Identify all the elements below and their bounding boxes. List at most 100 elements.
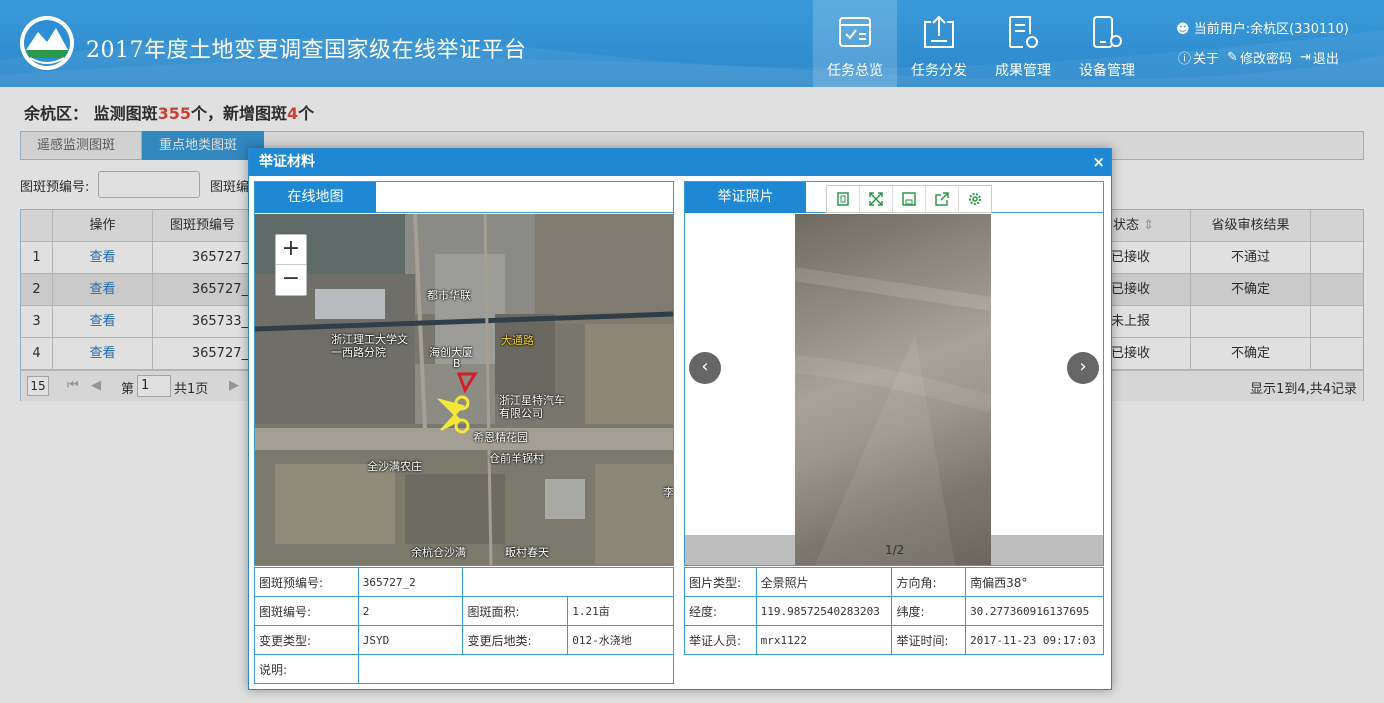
info-value: 119.98572540283203 <box>755 596 893 626</box>
map-label: 畈村春天 <box>505 546 549 559</box>
map-label: 大通路 <box>501 334 534 347</box>
about-link[interactable]: ⓘ 关于 <box>1178 48 1219 67</box>
summary-text: 个，新增图斑 <box>191 104 288 123</box>
view-link[interactable]: 查看 <box>53 242 153 274</box>
export-icon[interactable] <box>926 186 959 212</box>
nav-task-overview[interactable]: 任务总览 <box>813 0 897 87</box>
page-prefix: 第 <box>121 382 135 397</box>
nav-task-distribution[interactable]: 任务分发 <box>897 0 981 87</box>
prev-photo-button[interactable]: ‹ <box>689 352 721 384</box>
next-photo-button[interactable]: › <box>1067 352 1099 384</box>
map-label: B <box>453 357 461 370</box>
photo-panel: 举证照片 ‹ › 1/2 <box>684 181 1104 566</box>
tab-online-map[interactable]: 在线地图 <box>255 182 376 213</box>
view-link[interactable]: 查看 <box>53 306 153 338</box>
evidence-photo[interactable] <box>795 214 991 565</box>
logout-link[interactable]: ⇥ 退出 <box>1300 48 1339 67</box>
user-links: ⓘ 关于 ✎ 修改密码 ⇥ 退出 <box>1178 48 1339 67</box>
photo-texture <box>795 267 991 565</box>
document-gear-icon <box>1009 16 1038 48</box>
info-label: 举证时间: <box>891 625 967 655</box>
page-input[interactable]: 1 <box>137 375 171 397</box>
view-link[interactable]: 查看 <box>53 338 153 370</box>
info-icon: ⓘ <box>1178 52 1192 67</box>
row-number: 4 <box>21 338 53 370</box>
preid-cell: 365727_ <box>153 338 253 370</box>
view-link[interactable]: 查看 <box>53 274 153 306</box>
map-panel: 在线地图 + − 都市华联 浙江理工大学文 一西路分院 海创大厦 B 浙江星特汽… <box>254 181 674 566</box>
logout-label: 退出 <box>1312 52 1339 67</box>
nav-result-management[interactable]: 成果管理 <box>981 0 1065 87</box>
map-label: 全沙满农庄 <box>367 460 422 473</box>
satellite-map[interactable]: + − 都市华联 浙江理工大学文 一西路分院 海创大厦 B 浙江星特汽车 有限公… <box>255 214 673 565</box>
logo-icon <box>20 16 74 70</box>
info-row: 经度: 119.98572540283203 纬度: 30.2773609161… <box>684 596 1104 626</box>
header-preid[interactable]: 图斑预编号 <box>153 210 253 242</box>
settings-icon[interactable] <box>959 186 991 212</box>
nav-label: 设备管理 <box>1079 63 1135 79</box>
new-count: 4 <box>287 104 299 123</box>
status-cell: 已接收 <box>1111 242 1191 274</box>
monitor-count: 355 <box>157 104 192 123</box>
info-row: 图斑编号: 2 图斑面积: 1.21亩 <box>254 596 674 626</box>
info-row: 图斑预编号: 365727_2 <box>254 567 674 597</box>
device-gear-icon <box>1093 16 1122 48</box>
change-password-link[interactable]: ✎ 修改密码 <box>1227 48 1292 67</box>
photo-info-table: 图片类型: 全景照片 方向角: 南偏西38° 经度: 119.985725402… <box>684 567 1104 655</box>
nav-device-management[interactable]: 设备管理 <box>1065 0 1149 87</box>
map-label: 一西路分院 <box>331 346 386 359</box>
map-label: 都市华联 <box>427 289 471 302</box>
nav-label: 成果管理 <box>995 63 1051 79</box>
summary-text: 个 <box>298 104 315 123</box>
preid-input[interactable] <box>98 171 200 198</box>
zoom-in-button[interactable]: + <box>276 235 306 265</box>
region-name: 余杭区： <box>24 104 89 123</box>
header-rownum <box>21 210 53 242</box>
info-label: 说明: <box>254 654 359 684</box>
info-label: 图斑预编号: <box>254 567 359 597</box>
info-value: 012-水浇地 <box>567 625 674 655</box>
info-label: 变更后地类: <box>462 625 569 655</box>
app-header: 2017年度土地变更调查国家级在线举证平台 任务总览 任务分发 成果管理 设备管… <box>0 0 1384 87</box>
info-value: 全景照片 <box>755 567 893 597</box>
tab-remote-sensing[interactable]: 遥感监测图斑 <box>20 131 142 160</box>
page-size-select[interactable]: 15 <box>27 376 49 396</box>
row-number: 1 <box>21 242 53 274</box>
edit-icon: ✎ <box>1227 50 1238 65</box>
nav-label: 任务分发 <box>911 63 967 79</box>
logout-icon: ⇥ <box>1299 50 1311 65</box>
header-status[interactable]: 状态 ⇕ <box>1111 210 1191 242</box>
evidence-modal: 举证材料 × 在线地图 + − 都市华联 浙江理工大学文 一西路分院 海创大厦 … <box>248 148 1112 690</box>
tab-key-landtype[interactable]: 重点地类图斑 <box>142 131 264 160</box>
info-value: mrx1122 <box>755 625 893 655</box>
map-label: 希恩精花园 <box>473 431 528 444</box>
next-page-icon[interactable]: ▶ <box>229 378 239 393</box>
result-cell <box>1191 306 1311 338</box>
sort-icon: ⇕ <box>1143 218 1155 233</box>
tab-evidence-photo[interactable]: 举证照片 <box>685 182 806 213</box>
upload-doc-icon <box>924 15 954 48</box>
info-value: 1.21亩 <box>567 596 674 626</box>
close-icon[interactable]: × <box>1092 153 1105 171</box>
result-cell: 不确定 <box>1191 338 1311 370</box>
header-status-label: 状态 <box>1113 218 1140 233</box>
result-cell: 不通过 <box>1191 242 1311 274</box>
info-value <box>357 654 675 684</box>
status-cell: 未上报 <box>1111 306 1191 338</box>
tab-underline <box>376 212 673 213</box>
info-value: JSYD <box>357 625 464 655</box>
row-number: 2 <box>21 274 53 306</box>
original-size-icon[interactable] <box>827 186 860 212</box>
task-overview-icon <box>839 17 871 47</box>
photo-counter: 1/2 <box>885 543 905 557</box>
change-password-label: 修改密码 <box>1239 52 1292 67</box>
zoom-out-button[interactable]: − <box>276 265 306 295</box>
prev-page-icon[interactable]: ◀ <box>91 378 101 393</box>
preid-cell: 365727_ <box>153 242 253 274</box>
first-page-icon[interactable]: ⏮ <box>67 378 79 393</box>
save-icon[interactable] <box>893 186 926 212</box>
fullscreen-icon[interactable] <box>860 186 893 212</box>
app-title: 2017年度土地变更调查国家级在线举证平台 <box>86 38 527 63</box>
total-pages: 共1页 <box>174 382 209 397</box>
preid-cell: 365727_ <box>153 274 253 306</box>
